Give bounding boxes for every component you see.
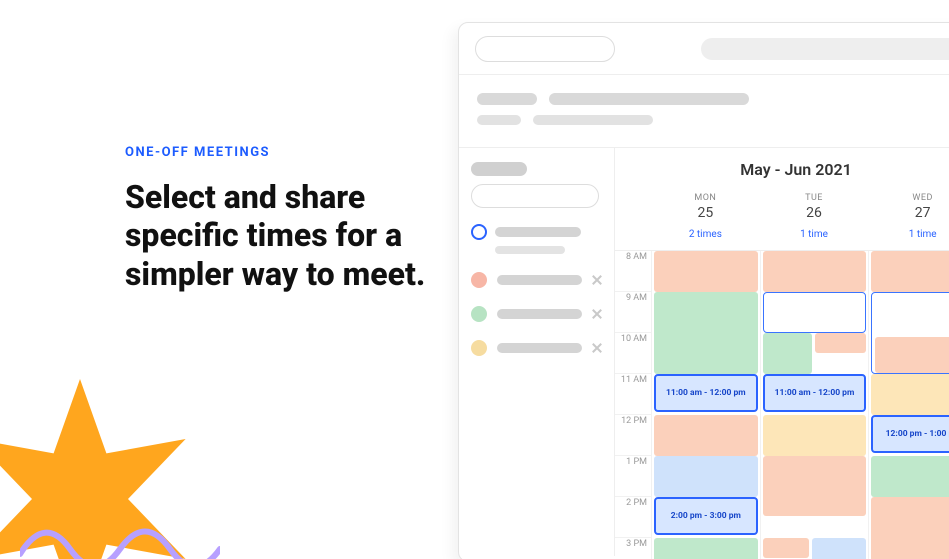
marketing-screenshot: ONE-OFF MEETINGS Select and share specif… [0,0,949,559]
busy-block [654,251,758,292]
calendar-range-title: May - Jun 2021 [615,160,949,179]
calendar-color-dot-icon [471,340,487,356]
headline-text: Select and share specific times for a si… [125,178,435,293]
day-column-wed[interactable]: 12:00 pm - 1:00 pm [868,251,949,559]
app-window: May - Jun 2021 MON 25 2 times TUE 26 1 t… [458,22,949,559]
app-topbar [459,23,949,75]
day-header-tue: TUE 26 1 time [760,193,869,240]
day-column-mon[interactable]: 11:00 am - 12:00 pm 2:00 pm - 3:00 pm [651,251,760,559]
page-header-skeleton [459,75,949,148]
busy-block [871,251,949,292]
busy-block [763,415,867,456]
sidebar-input[interactable] [471,184,599,208]
day-header-wed: WED 27 1 time [868,193,949,240]
busy-block [654,292,758,374]
sidebar-label-skeleton [471,162,527,176]
busy-block [812,538,866,559]
calendar-item-1[interactable] [471,272,602,288]
busy-block [763,251,867,292]
eyebrow-label: ONE-OFF MEETINGS [125,145,435,160]
busy-block [875,337,949,373]
busy-block [763,456,867,516]
hour-gutter: 8 AM 9 AM 10 AM 11 AM 12 PM 1 PM 2 PM 3 … [615,251,651,559]
busy-block [871,374,949,415]
calendar-day-header: MON 25 2 times TUE 26 1 time WED 27 1 ti… [615,193,949,240]
selected-slot[interactable]: 11:00 am - 12:00 pm [654,374,758,412]
decorative-squiggle-icon [20,509,220,559]
busy-block [763,333,813,374]
calendar-panel: May - Jun 2021 MON 25 2 times TUE 26 1 t… [615,148,949,556]
remove-calendar-button[interactable] [592,275,602,285]
header-skeleton [701,38,949,60]
search-input[interactable] [475,36,615,62]
times-link-tue[interactable]: 1 time [760,229,869,240]
selected-slot[interactable]: 11:00 am - 12:00 pm [763,374,867,412]
calendar-item-2[interactable] [471,306,602,322]
left-sidebar [459,148,615,556]
calendar-color-dot-icon [471,306,487,322]
busy-block [763,538,809,558]
marketing-copy: ONE-OFF MEETINGS Select and share specif… [125,145,435,293]
busy-block [871,497,949,559]
busy-block [815,333,867,353]
remove-calendar-button[interactable] [592,343,602,353]
day-column-tue[interactable]: 11:00 am - 12:00 pm [760,251,869,559]
busy-block [654,415,758,456]
times-link-mon[interactable]: 2 times [651,229,760,240]
calendar-item-3[interactable] [471,340,602,356]
times-link-wed[interactable]: 1 time [868,229,949,240]
day-header-mon: MON 25 2 times [651,193,760,240]
remove-calendar-button[interactable] [592,309,602,319]
calendar-grid[interactable]: 8 AM 9 AM 10 AM 11 AM 12 PM 1 PM 2 PM 3 … [615,250,949,559]
selected-slot[interactable]: 2:00 pm - 3:00 pm [654,497,758,535]
selected-slot[interactable]: 12:00 pm - 1:00 pm [871,415,949,453]
busy-block [654,538,758,559]
radio-selected-icon [471,224,487,240]
selected-type-row[interactable] [471,224,602,240]
calendar-color-dot-icon [471,272,487,288]
busy-block [871,456,949,497]
available-slot[interactable] [763,292,867,333]
busy-block [654,456,758,497]
